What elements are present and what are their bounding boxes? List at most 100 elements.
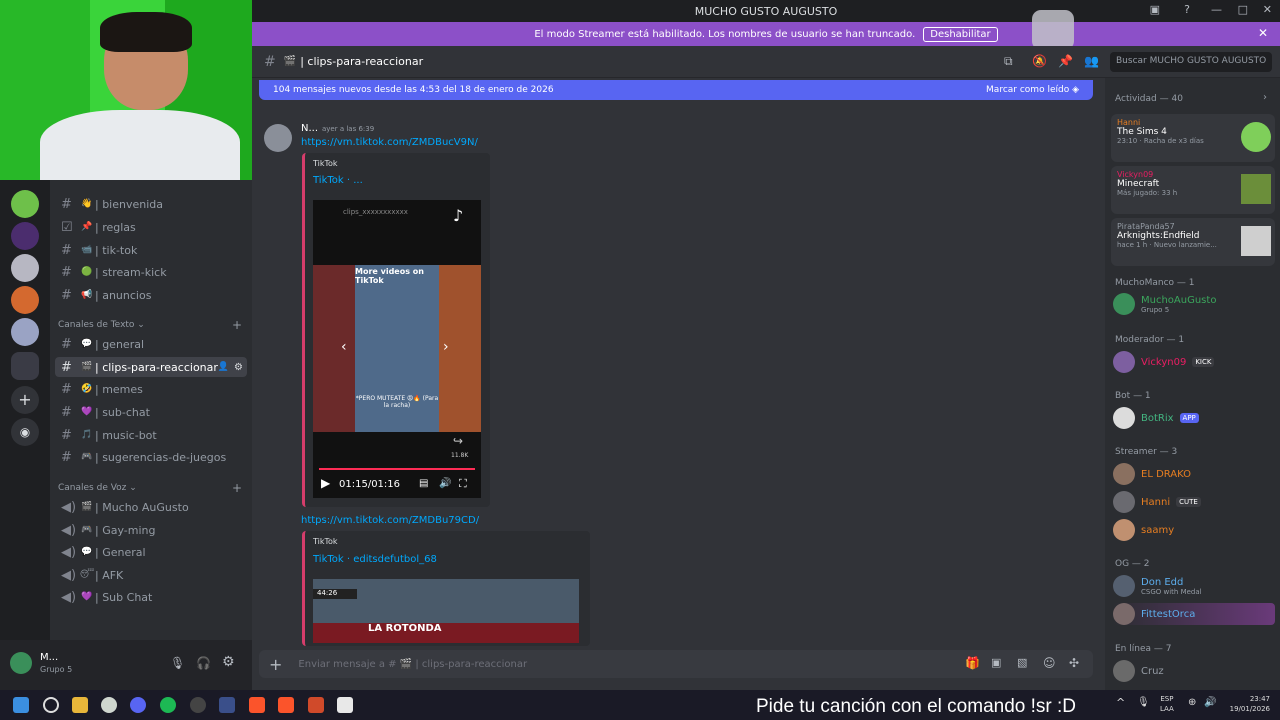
captions-icon[interactable]: ▤ <box>419 478 428 489</box>
tiktok-link-1[interactable]: https://vm.tiktok.com/ZMDBucV9N/ <box>301 137 478 148</box>
message-author[interactable]: N... <box>301 123 318 134</box>
channel-item-reglas[interactable]: ☑ 📌 | reglas <box>55 217 247 237</box>
member-item[interactable]: saamy <box>1113 519 1275 541</box>
voice-channel-afk[interactable]: ◀) 😴 | AFK <box>55 565 247 585</box>
member-item[interactable]: Don Edd CSGO with Medal <box>1113 575 1275 597</box>
add-attachment-icon[interactable]: + <box>269 655 282 674</box>
discord-icon[interactable] <box>130 697 146 713</box>
avatar[interactable] <box>264 124 292 152</box>
server-icon[interactable] <box>11 286 39 314</box>
brave-icon[interactable] <box>278 697 294 713</box>
settings-gear-icon[interactable]: ⚙ <box>234 362 243 373</box>
close-icon[interactable]: ✕ <box>1258 26 1268 40</box>
share-icon[interactable]: ↪ <box>453 434 463 448</box>
channel-item-stream-kick[interactable]: # 🟢 | stream-kick <box>55 262 247 282</box>
file-explorer-icon[interactable] <box>72 697 88 713</box>
category-text-channels[interactable]: Canales de Texto ⌄ <box>58 320 145 330</box>
threads-icon[interactable]: ⧉ <box>1004 54 1013 69</box>
new-messages-bar[interactable]: 104 mensajes nuevos desde las 4:53 del 1… <box>259 80 1093 100</box>
member-item[interactable]: Cruz <box>1113 660 1275 682</box>
activity-card[interactable]: Hanni The Sims 4 23:10 · Racha de x3 día… <box>1111 114 1275 162</box>
invite-icon[interactable]: 👤 <box>218 362 229 372</box>
pin-icon[interactable]: 📌 <box>1058 54 1073 68</box>
chevron-up-icon[interactable]: ^ <box>1116 696 1125 709</box>
member-item[interactable]: MuchoAuGusto Grupo 5 <box>1113 293 1275 315</box>
app-icon[interactable] <box>219 697 235 713</box>
microphone-icon[interactable]: 🎙 <box>170 656 185 670</box>
member-list-icon[interactable]: 👥 <box>1084 54 1099 68</box>
inbox-icon[interactable]: ▣ <box>1150 3 1160 16</box>
tiktok-link-2[interactable]: https://vm.tiktok.com/ZMDBu79CD/ <box>301 515 479 526</box>
channel-item-sugerencias-de-juegos[interactable]: # 🎮 | sugerencias-de-juegos <box>55 447 247 467</box>
channel-item-anuncios[interactable]: # 📢 | anuncios <box>55 285 247 305</box>
member-item[interactable]: Vickyn09 KICK <box>1113 351 1275 373</box>
channel-item-sub-chat[interactable]: # 💜 | sub-chat <box>55 402 247 422</box>
server-folder-icon[interactable] <box>11 352 39 380</box>
apps-icon[interactable]: ✣ <box>1069 656 1079 670</box>
activity-card[interactable]: PirataPanda57 Arknights:Endfield hace 1 … <box>1111 218 1275 266</box>
volume-icon[interactable]: 🔊 <box>1204 697 1216 708</box>
user-settings-icon[interactable]: ⚙ <box>222 654 235 670</box>
progress-bar[interactable] <box>319 468 475 470</box>
help-icon[interactable]: ? <box>1184 3 1190 16</box>
mark-as-read-button[interactable]: Marcar como leído ◈ <box>986 85 1079 95</box>
category-voice-channels[interactable]: Canales de Voz ⌄ <box>58 483 137 493</box>
gif-icon[interactable]: ▣ <box>991 656 1001 669</box>
search-icon[interactable] <box>43 697 59 713</box>
add-voice-channel-icon[interactable]: + <box>232 481 242 495</box>
minimize-button[interactable]: — <box>1211 3 1222 16</box>
voice-channel-mucho-augusto[interactable]: ◀) 🎬 | Mucho AuGusto <box>55 497 247 517</box>
activity-card[interactable]: Vickyn09 Minecraft Más jugado: 33 h <box>1111 166 1275 214</box>
brave-icon[interactable] <box>308 697 324 713</box>
server-icon[interactable] <box>11 318 39 346</box>
notifications-muted-icon[interactable]: 🔕 <box>1032 54 1047 68</box>
brave-icon[interactable] <box>249 697 265 713</box>
close-window-button[interactable]: ✕ <box>1263 3 1272 16</box>
spotify-icon[interactable] <box>160 697 176 713</box>
chevron-right-icon[interactable]: › <box>1263 92 1267 103</box>
server-icon[interactable] <box>11 222 39 250</box>
member-item[interactable]: BotRix APP <box>1113 407 1275 429</box>
message-composer[interactable]: + Enviar mensaje a # 🎬 | clips-para-reac… <box>259 650 1093 678</box>
embed-title[interactable]: TikTok · editsdefutbol_68 <box>313 554 437 565</box>
clock[interactable]: 23:47 19/01/2026 <box>1226 694 1270 714</box>
disable-streamer-button[interactable]: Deshabilitar <box>923 26 998 42</box>
steam-icon[interactable] <box>190 697 206 713</box>
fullscreen-icon[interactable]: ⛶ <box>459 477 467 491</box>
language-indicator[interactable]: ESP LAA <box>1160 694 1174 714</box>
channel-item-tik-tok[interactable]: # 📹 | tik-tok <box>55 240 247 260</box>
maximize-button[interactable]: □ <box>1238 3 1248 16</box>
channel-item-bienvenida[interactable]: # 👋 | bienvenida <box>55 194 247 214</box>
windows-start-icon[interactable] <box>13 697 29 713</box>
headphones-icon[interactable]: 🎧 <box>196 656 211 670</box>
network-icon[interactable]: ⊕ <box>1188 697 1196 708</box>
channel-item-clips-para-reaccionar[interactable]: # 🎬 | clips-para-reaccionar ⚙ 👤 <box>55 357 247 377</box>
member-item[interactable]: FittestOrca <box>1113 603 1275 625</box>
channel-item-general[interactable]: # 💬 | general <box>55 334 247 354</box>
video-player[interactable]: clips_xxxxxxxxxxx ♪ More videos on TikTo… <box>313 200 481 498</box>
search-input[interactable]: Buscar MUCHO GUSTO AUGUSTO <box>1110 52 1272 72</box>
app-icon[interactable] <box>101 697 117 713</box>
emoji-icon[interactable]: ☺ <box>1043 656 1056 670</box>
avatar[interactable] <box>10 652 32 674</box>
voice-channel-general[interactable]: ◀) 💬 | General <box>55 542 247 562</box>
microphone-icon[interactable]: 🎙 <box>1137 697 1150 708</box>
chevron-left-icon[interactable]: ‹ <box>341 339 347 355</box>
embed-title[interactable]: TikTok · ... <box>313 175 363 186</box>
member-item[interactable]: EL DRAKO <box>1113 463 1275 485</box>
volume-icon[interactable]: 🔊 <box>439 478 451 489</box>
server-icon[interactable] <box>11 254 39 282</box>
member-item[interactable]: Hanni CUTE <box>1113 491 1275 513</box>
sticker-icon[interactable]: ▧ <box>1017 656 1027 669</box>
play-icon[interactable]: ▶ <box>321 476 330 490</box>
add-channel-icon[interactable]: + <box>232 318 242 332</box>
gift-icon[interactable]: 🎁 <box>965 656 980 670</box>
discover-icon[interactable]: ◉ <box>11 418 39 446</box>
voice-channel-gay-ming[interactable]: ◀) 🎮 | Gay-ming <box>55 520 247 540</box>
message-input[interactable]: Enviar mensaje a # 🎬 | clips-para-reacci… <box>298 659 527 670</box>
chevron-right-icon[interactable]: › <box>443 339 449 355</box>
voice-channel-sub-chat[interactable]: ◀) 💜 | Sub Chat <box>55 587 247 607</box>
notepad-icon[interactable] <box>337 697 353 713</box>
server-icon[interactable] <box>11 190 39 218</box>
channel-item-music-bot[interactable]: # 🎵 | music-bot <box>55 425 247 445</box>
